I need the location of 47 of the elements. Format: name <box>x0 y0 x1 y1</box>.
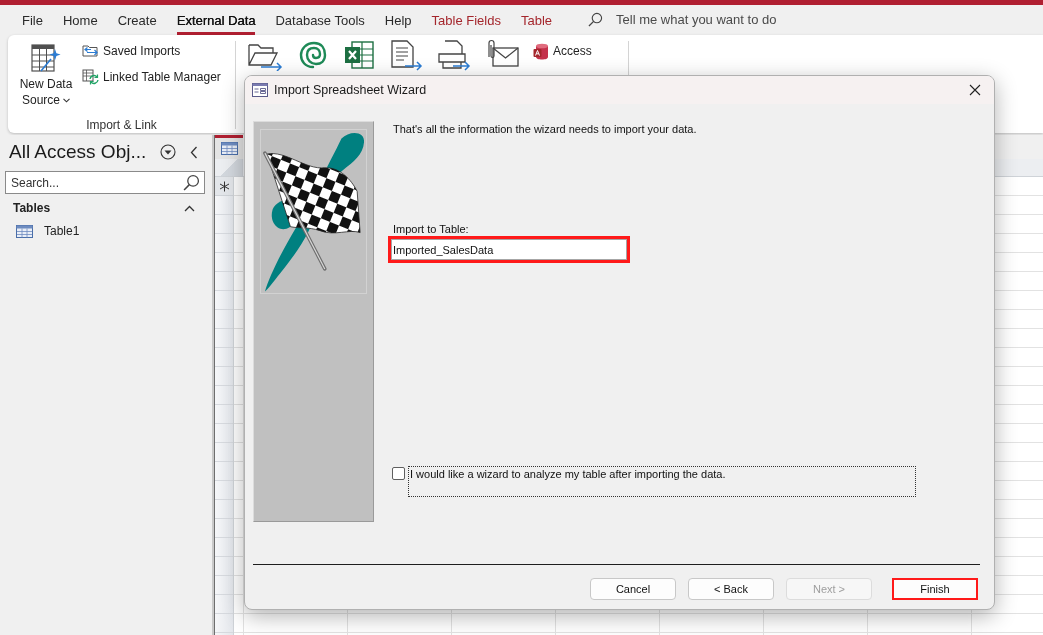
chevron-left-icon[interactable] <box>190 145 198 159</box>
text-file-arrow-icon[interactable] <box>389 39 423 71</box>
close-icon <box>969 84 981 96</box>
new-record-selector[interactable] <box>215 177 233 196</box>
analyze-option-label[interactable]: I would like a wizard to analyze my table after importing the data. <box>408 466 916 497</box>
field-label: Import to Table: <box>393 222 469 236</box>
ribbon-tab[interactable]: Table <box>520 5 552 35</box>
table-icon <box>16 224 33 238</box>
dialog-button[interactable]: Finish <box>892 578 978 600</box>
envelope-clip-icon[interactable] <box>485 39 519 69</box>
table-icon <box>220 142 238 155</box>
asterisk-icon <box>218 180 230 192</box>
printer-arrow-icon[interactable] <box>437 39 471 71</box>
nav-group-header[interactable]: Tables <box>0 199 212 217</box>
search-field[interactable]: Search... <box>5 171 205 194</box>
ribbon-tab[interactable]: File <box>22 5 43 35</box>
ribbon-tab[interactable]: Help <box>384 5 412 35</box>
table-tab[interactable] <box>215 135 243 159</box>
spiral-icon[interactable] <box>297 39 329 71</box>
tell-me-field[interactable]: Tell me what you want to do <box>616 12 777 27</box>
table-name-field[interactable]: Imported_SalesData <box>391 239 627 260</box>
ribbon-tab[interactable]: Home <box>62 5 98 35</box>
ribbon-tab[interactable]: Table Fields <box>431 5 501 35</box>
pane-title: All Access Obj... <box>9 141 147 163</box>
new-data-source-button[interactable]: New Data Source <box>16 39 76 108</box>
ribbon-command[interactable]: Saved Imports <box>82 39 221 63</box>
table-refresh-icon <box>82 69 99 85</box>
group-title: Import & Link <box>85 117 158 133</box>
dialog-button[interactable]: < Back <box>688 578 774 600</box>
circle-caret-icon[interactable] <box>160 144 176 160</box>
table-sparkle-icon <box>30 42 62 74</box>
nav-item[interactable]: Table1 <box>0 221 212 241</box>
search-icon <box>183 174 200 191</box>
ribbon-tab[interactable]: Create <box>117 5 157 35</box>
dialog-button[interactable]: Cancel <box>590 578 676 600</box>
folder-arrow-icon <box>82 43 99 59</box>
form-icon <box>252 83 268 97</box>
dialog-title: Import Spreadsheet Wizard <box>274 83 427 97</box>
database-icon <box>533 42 549 60</box>
ribbon-tab[interactable]: Database Tools <box>275 5 365 35</box>
analyze-checkbox[interactable] <box>392 467 405 480</box>
search-icon <box>588 12 603 27</box>
caret-icon <box>63 98 70 104</box>
access-button[interactable]: Access <box>533 39 592 63</box>
spreadsheet-icon[interactable] <box>343 39 375 71</box>
wizard-message: That's all the information the wizard needs to import your data. <box>393 122 697 136</box>
ribbon-command[interactable]: Linked Table Manager <box>82 65 221 89</box>
